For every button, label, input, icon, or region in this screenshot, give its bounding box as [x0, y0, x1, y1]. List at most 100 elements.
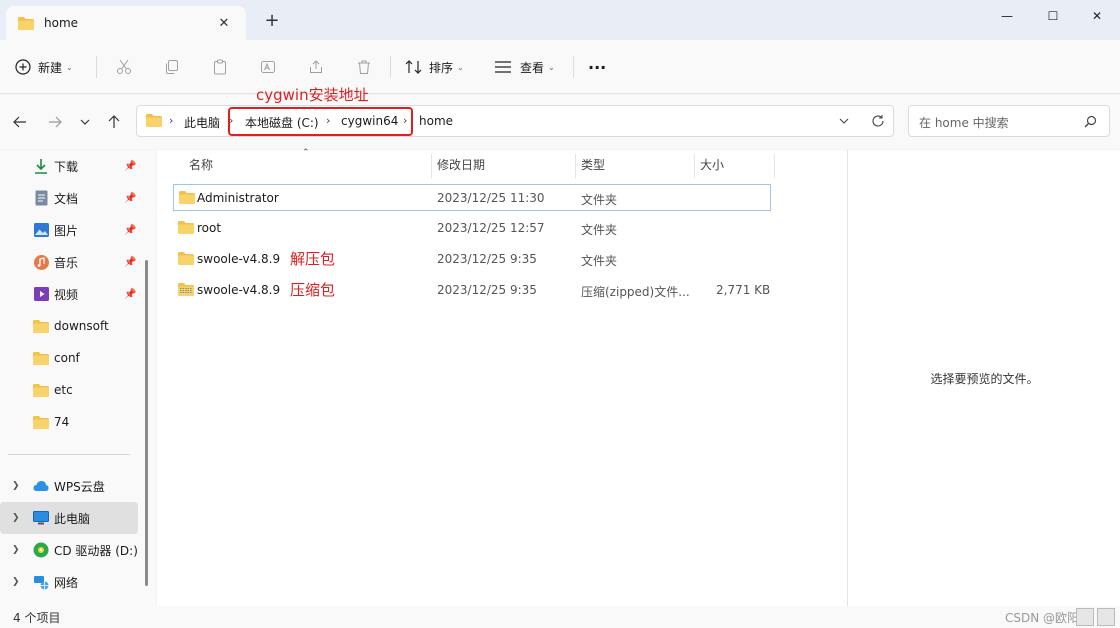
clipboard-icon — [214, 59, 226, 75]
details-view-icon[interactable] — [1076, 608, 1094, 626]
share-icon — [310, 60, 322, 73]
chevron-down-icon — [80, 119, 90, 125]
delete-button[interactable] — [349, 53, 379, 81]
divider — [390, 56, 391, 78]
tab-home[interactable]: home ✕ — [6, 6, 246, 40]
folder-icon — [179, 191, 195, 204]
column-header-date[interactable]: 修改日期 — [437, 156, 485, 173]
file-row-swoole-folder[interactable]: swoole-v4.8.9 解压包 2023/12/25 9:35 文件夹 — [173, 246, 771, 273]
navigation-pane: 下载 📌 文档 📌 图片 📌 音乐 📌 视频 📌 downsoft conf e… — [0, 150, 156, 606]
column-header-type[interactable]: 类型 — [581, 156, 605, 173]
copy-button[interactable] — [157, 53, 187, 81]
folder-icon — [178, 252, 194, 265]
sort-button[interactable]: 排序 ⌄ — [405, 53, 464, 81]
status-bar: 4 个项目 CSDN @欧阳修 — [0, 606, 1120, 628]
sidebar-item-network[interactable]: ❯ 网络 — [0, 566, 138, 598]
chevron-down-icon[interactable] — [839, 118, 849, 124]
zip-folder-icon — [178, 283, 194, 296]
sort-ascending-icon: ⌃ — [302, 148, 310, 158]
share-button[interactable] — [301, 53, 331, 81]
file-row-administrator[interactable]: Administrator 2023/12/25 11:30 文件夹 — [173, 184, 771, 211]
tab-close-button[interactable]: ✕ — [214, 16, 234, 31]
breadcrumb-this-pc[interactable]: 此电脑 — [184, 114, 220, 131]
column-divider[interactable] — [694, 154, 695, 178]
recent-locations-button[interactable] — [74, 111, 96, 133]
column-divider[interactable] — [575, 154, 576, 178]
new-tab-button[interactable]: + — [262, 12, 282, 32]
tiles-view-icon[interactable] — [1097, 608, 1115, 626]
view-button[interactable]: 查看 ⌄ — [494, 53, 555, 81]
sidebar-item-wps-cloud[interactable]: ❯ WPS云盘 — [0, 470, 138, 502]
file-type: 文件夹 — [581, 193, 618, 207]
sort-label: 排序 — [429, 60, 454, 75]
chevron-down-icon: ⌄ — [457, 62, 464, 72]
file-name: swoole-v4.8.9 — [197, 283, 281, 297]
cut-button[interactable] — [109, 53, 139, 81]
file-date: 2023/12/25 12:57 — [437, 221, 545, 235]
file-list: ⌃ 名称 修改日期 类型 大小 Administrator 2023/12/25… — [157, 148, 847, 606]
folder-icon — [18, 16, 34, 30]
pin-icon: 📌 — [124, 288, 137, 300]
item-count: 4 个项目 — [13, 611, 61, 625]
file-size: 2,771 KB — [716, 283, 771, 297]
divider — [573, 56, 574, 78]
arrow-up-icon — [108, 115, 120, 128]
tab-title: home — [44, 16, 79, 30]
column-divider[interactable] — [774, 154, 775, 178]
sidebar-item-videos[interactable]: 视频 📌 — [0, 278, 138, 310]
breadcrumb-home[interactable]: home — [419, 114, 453, 128]
close-window-button[interactable]: ✕ — [1074, 0, 1120, 32]
rename-icon — [261, 61, 275, 73]
document-icon — [33, 190, 49, 206]
cloud-icon — [33, 478, 49, 494]
sidebar-item-documents[interactable]: 文档 📌 — [0, 182, 138, 214]
chevron-down-icon: ⌄ — [548, 62, 555, 72]
chevron-right-icon[interactable]: ❯ — [12, 513, 20, 523]
sidebar-item-cd-drive[interactable]: ❯ CD 驱动器 (D:) — [0, 534, 138, 566]
minimize-button[interactable]: — — [984, 0, 1030, 32]
chevron-right-icon[interactable]: ❯ — [12, 577, 20, 587]
arrow-right-icon — [49, 116, 62, 128]
plus-circle-icon — [15, 59, 31, 75]
file-row-root[interactable]: root 2023/12/25 12:57 文件夹 — [173, 215, 771, 242]
refresh-icon[interactable] — [871, 114, 885, 128]
column-divider[interactable] — [431, 154, 432, 178]
chevron-right-icon[interactable]: ❯ — [12, 481, 20, 491]
sort-icon — [405, 60, 422, 74]
file-row-swoole-zip[interactable]: swoole-v4.8.9 压缩包 2023/12/25 9:35 压缩(zip… — [173, 277, 771, 304]
title-bar: home ✕ + — ☐ ✕ — [0, 0, 1120, 40]
sidebar-item-downloads[interactable]: 下载 📌 — [0, 150, 138, 182]
folder-icon — [33, 350, 49, 366]
chevron-right-icon[interactable]: ❯ — [12, 545, 20, 555]
search-placeholder: 在 home 中搜索 — [919, 116, 1009, 130]
annotation-extracted: 解压包 — [290, 250, 336, 268]
new-button[interactable]: 新建 ⌄ — [14, 53, 73, 81]
sidebar-item-this-pc[interactable]: ❯ 此电脑 — [0, 502, 138, 534]
sidebar-item-downsoft[interactable]: downsoft — [0, 310, 138, 342]
sidebar-item-conf[interactable]: conf — [0, 342, 138, 374]
sidebar-item-pictures[interactable]: 图片 📌 — [0, 214, 138, 246]
pin-icon: 📌 — [124, 224, 137, 236]
file-type: 文件夹 — [581, 223, 618, 237]
column-header-name[interactable]: 名称 — [189, 156, 213, 173]
file-type: 文件夹 — [581, 254, 618, 268]
sidebar-scrollbar[interactable] — [145, 260, 148, 586]
forward-button[interactable] — [44, 111, 66, 133]
sidebar-item-74[interactable]: 74 — [0, 406, 138, 438]
up-button[interactable] — [103, 111, 125, 133]
more-options-button[interactable]: ··· — [588, 53, 606, 81]
chevron-right-icon: › — [169, 114, 174, 127]
command-bar: 新建 ⌄ 排序 ⌄ 查看 ⌄ ··· — [0, 40, 1120, 94]
paste-button[interactable] — [205, 53, 235, 81]
maximize-button[interactable]: ☐ — [1030, 0, 1076, 32]
pin-icon: 📌 — [124, 160, 137, 172]
back-button[interactable] — [9, 111, 31, 133]
search-box[interactable]: 在 home 中搜索 — [908, 105, 1110, 137]
download-icon — [33, 158, 49, 174]
folder-icon — [33, 414, 49, 430]
column-header-size[interactable]: 大小 — [700, 156, 724, 173]
rename-button[interactable] — [253, 53, 283, 81]
sidebar-item-etc[interactable]: etc — [0, 374, 138, 406]
annotation-compressed: 压缩包 — [290, 281, 336, 299]
sidebar-item-music[interactable]: 音乐 📌 — [0, 246, 138, 278]
